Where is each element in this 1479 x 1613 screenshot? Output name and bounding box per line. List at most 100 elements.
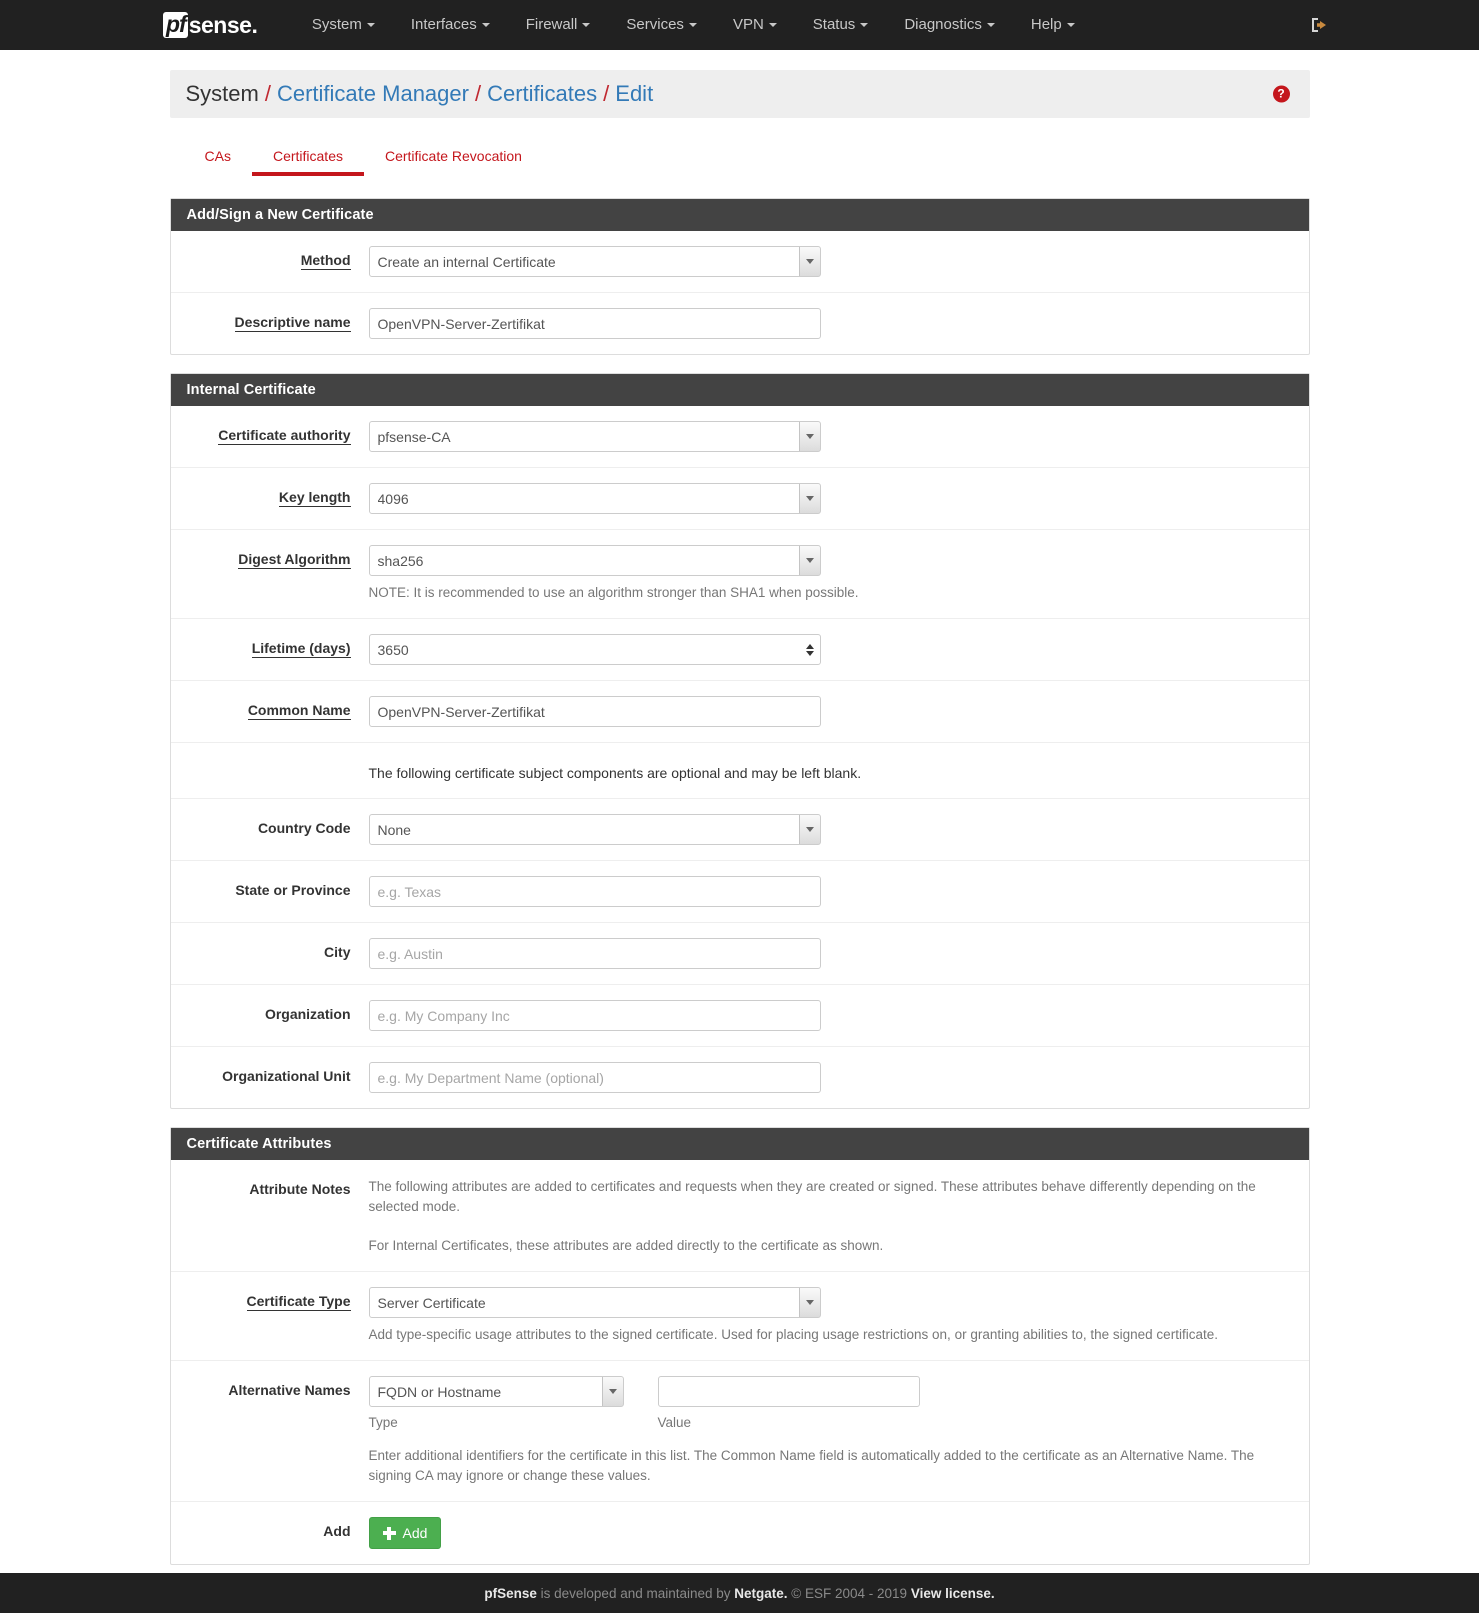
form-row-optional-note: The following certificate subject compon… [170, 743, 1309, 799]
chevron-down-icon [1066, 23, 1075, 28]
nav-item-label: VPN [732, 16, 764, 33]
descriptive-name-input[interactable] [368, 308, 821, 339]
state-or-province-input[interactable] [368, 876, 821, 907]
nav-item-label: Diagnostics [904, 16, 982, 33]
label-state-or-province: State or Province [235, 882, 351, 898]
alternative-name-value-input[interactable] [657, 1376, 920, 1407]
add-alternative-name-button[interactable]: Add [368, 1517, 442, 1549]
nav-item-label: Interfaces [410, 16, 477, 33]
nav-menu: System Interfaces Firewall Services VPN … [294, 0, 1093, 50]
tab-bar: CAs Certificates Certificate Revocation [170, 140, 1310, 176]
tab-certificates[interactable]: Certificates [251, 140, 364, 176]
nav-item-firewall[interactable]: Firewall [508, 0, 609, 50]
pfsense-logo[interactable]: pf sense. [163, 0, 258, 50]
organization-input[interactable] [368, 1000, 821, 1031]
footer-license-link[interactable]: View license. [911, 1586, 995, 1601]
label-digest-algorithm: Digest Algorithm [238, 551, 351, 569]
alternative-names-row: FQDN or Hostname Type Value [368, 1376, 1293, 1430]
nav-item-label: Services [626, 16, 684, 33]
label-alternative-names: Alternative Names [228, 1382, 351, 1398]
breadcrumb-link-certificates[interactable]: Certificates [487, 81, 597, 107]
nav-item-label: System [311, 16, 362, 33]
navbar-right-actions [1309, 0, 1329, 50]
breadcrumb-link-edit[interactable]: Edit [615, 81, 653, 107]
nav-item-help[interactable]: Help [1013, 0, 1093, 50]
nav-item-interfaces[interactable]: Interfaces [393, 0, 508, 50]
sign-out-icon[interactable] [1309, 15, 1329, 35]
form-row-lifetime: Lifetime (days) [170, 619, 1309, 681]
nav-item-label: Status [812, 16, 856, 33]
breadcrumb: System / Certificate Manager / Certifica… [169, 70, 1310, 118]
footer-brand: pfSense [484, 1585, 537, 1601]
form-row-city: City [170, 923, 1309, 985]
form-row-descriptive-name: Descriptive name [171, 293, 1309, 354]
label-method: Method [300, 252, 351, 270]
alternative-name-type-select[interactable]: FQDN or Hostname [368, 1376, 624, 1407]
country-code-select[interactable]: None [368, 814, 821, 845]
footer-mid-text: is developed and maintained by [536, 1585, 735, 1601]
nav-item-status[interactable]: Status [795, 0, 887, 50]
tab-label: Certificate Revocation [384, 148, 522, 164]
help-icon-glyph: ? [1272, 85, 1290, 103]
nav-item-diagnostics[interactable]: Diagnostics [886, 0, 1013, 50]
stepper-down-icon[interactable] [806, 650, 814, 656]
method-select-wrap: Create an internal Certificate [368, 246, 821, 277]
panel-body: Method Create an internal Certificate De… [170, 231, 1309, 354]
stepper-up-icon[interactable] [806, 643, 814, 649]
common-name-input[interactable] [368, 696, 821, 727]
tab-label: Certificates [272, 148, 343, 164]
top-navbar: pf sense. System Interfaces Firewall Serv… [0, 0, 1479, 50]
nav-item-label: Firewall [525, 16, 578, 33]
form-row-country-code: Country Code None [170, 799, 1309, 861]
label-attribute-notes: Attribute Notes [249, 1181, 351, 1197]
certificate-type-help: Add type-specific usage attributes to th… [368, 1327, 1218, 1342]
breadcrumb-separator: / [603, 81, 610, 106]
lifetime-stepper-wrap [368, 634, 821, 665]
label-organization: Organization [264, 1006, 351, 1022]
form-row-organization: Organization [170, 985, 1309, 1047]
form-row-state-province: State or Province [170, 861, 1309, 923]
page-footer: pfSense is developed and maintained by N… [0, 1573, 1479, 1613]
nav-item-vpn[interactable]: VPN [715, 0, 795, 50]
breadcrumb-separator: / [474, 81, 482, 106]
panel-title: Add/Sign a New Certificate [170, 199, 1309, 231]
alternative-names-help: Enter additional identifiers for the cer… [368, 1448, 1255, 1483]
chevron-down-icon [860, 23, 869, 28]
digest-algorithm-select[interactable]: sha256 [368, 545, 821, 576]
breadcrumb-link-certificate-manager[interactable]: Certificate Manager [277, 81, 469, 107]
breadcrumb-root: System [185, 81, 259, 106]
label-spacer [171, 758, 369, 764]
method-select[interactable]: Create an internal Certificate [368, 246, 821, 277]
nav-item-services[interactable]: Services [608, 0, 715, 50]
help-icon[interactable]: ? [1272, 85, 1290, 103]
nav-item-system[interactable]: System [294, 0, 393, 50]
alternative-name-value-caption: Value [657, 1415, 692, 1430]
chevron-down-icon [986, 23, 995, 28]
footer-copyright: © ESF 2004 - 2019 [787, 1585, 911, 1601]
label-certificate-authority: Certificate authority [218, 427, 351, 445]
panel-body: Certificate authority pfsense-CA Key len… [170, 406, 1309, 1108]
lifetime-days-input[interactable] [368, 634, 821, 665]
add-button-label: Add [402, 1525, 428, 1541]
plus-icon [382, 1526, 396, 1540]
label-add: Add [323, 1523, 351, 1539]
form-row-common-name: Common Name [170, 681, 1309, 743]
nav-item-label: Help [1030, 16, 1062, 33]
certificate-type-select[interactable]: Server Certificate [368, 1287, 821, 1318]
alternative-name-type-caption: Type [368, 1415, 398, 1430]
key-length-select[interactable]: 4096 [368, 483, 821, 514]
chevron-down-icon [688, 23, 697, 28]
form-row-alternative-names: Alternative Names FQDN or Hostname Type … [170, 1361, 1309, 1502]
attribute-notes-paragraph-2: For Internal Certificates, these attribu… [368, 1238, 884, 1253]
form-row-certificate-type: Certificate Type Server Certificate Add … [170, 1272, 1309, 1361]
certificate-authority-select[interactable]: pfsense-CA [368, 421, 821, 452]
tab-certificate-revocation[interactable]: Certificate Revocation [364, 140, 543, 176]
label-certificate-type: Certificate Type [246, 1293, 351, 1311]
breadcrumb-separator: / [264, 81, 271, 106]
city-input[interactable] [368, 938, 821, 969]
content-container: System / Certificate Manager / Certifica… [169, 70, 1310, 1613]
panel-body: Attribute Notes The following attributes… [170, 1160, 1309, 1564]
organizational-unit-input[interactable] [368, 1062, 821, 1093]
tab-cas[interactable]: CAs [184, 140, 252, 176]
lifetime-stepper[interactable] [802, 637, 819, 662]
